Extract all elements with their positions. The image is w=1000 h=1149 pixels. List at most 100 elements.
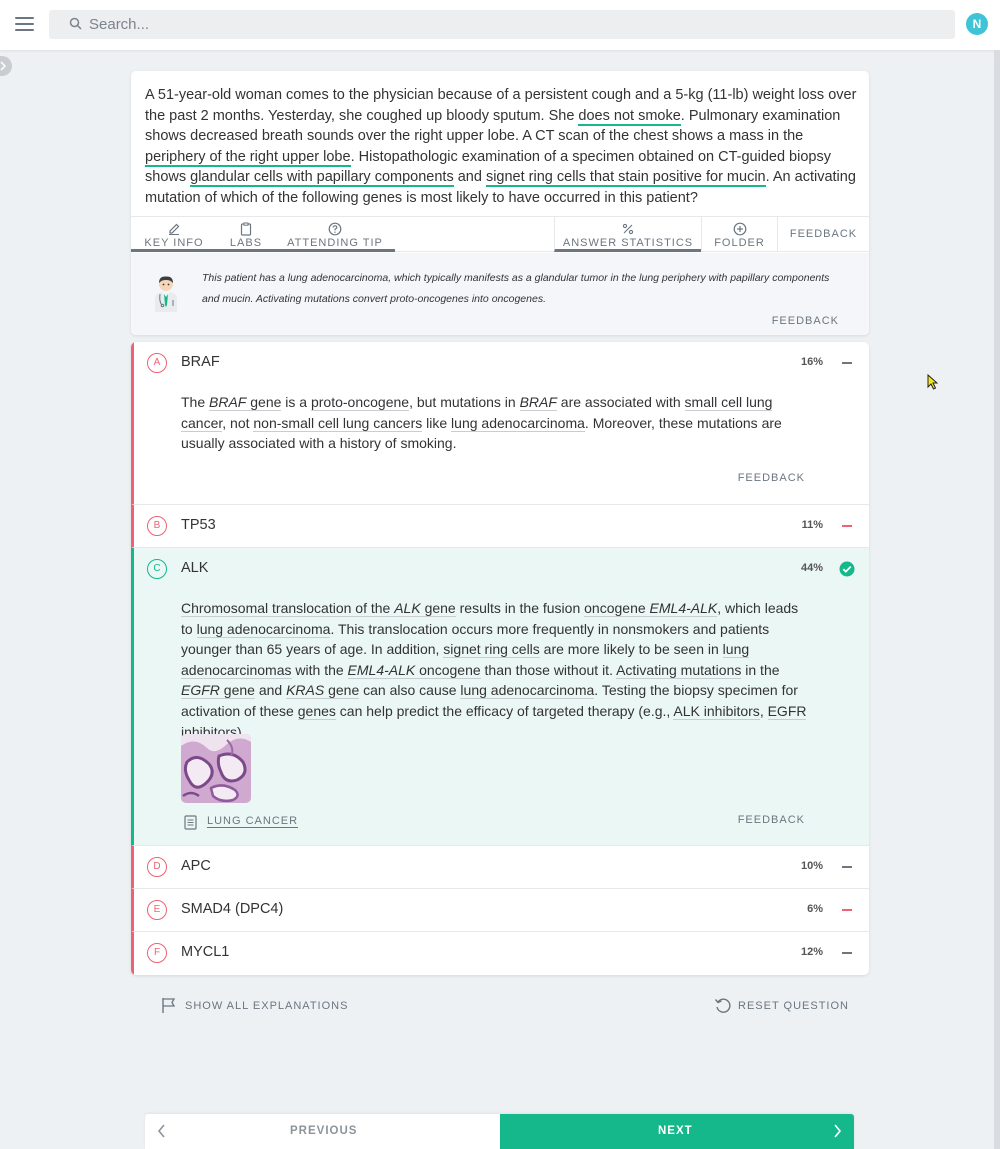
- help-circle-icon: [328, 222, 342, 236]
- explanation-text-segment: is a: [281, 394, 311, 410]
- article-label[interactable]: LUNG CANCER: [207, 815, 299, 828]
- explanation-text-segment: in the: [741, 661, 780, 678]
- search-input[interactable]: [89, 10, 929, 39]
- answer-option-f[interactable]: F MYCL1 12%: [131, 932, 869, 975]
- next-label: NEXT: [658, 1125, 693, 1137]
- answer-option-b[interactable]: B TP53 11%: [131, 505, 869, 548]
- mouse-pointer-icon: [927, 374, 938, 390]
- chevron-right-icon: [834, 1124, 842, 1138]
- answer-row[interactable]: B TP53 11%: [134, 505, 869, 547]
- linked-term[interactable]: non-small cell lung cancers: [253, 414, 423, 432]
- answer-row[interactable]: F MYCL1 12%: [134, 932, 869, 974]
- highlighted-phrase[interactable]: periphery of the right upper lobe: [145, 148, 351, 167]
- linked-term[interactable]: ALK: [394, 600, 421, 617]
- tab-attending-tip[interactable]: ATTENDING TIP: [275, 217, 395, 252]
- linked-term[interactable]: lung adenocarcinoma: [196, 620, 331, 638]
- question-navigation: PREVIOUS NEXT: [145, 1114, 854, 1149]
- answer-option-a[interactable]: A BRAF 16% The BRAF gene is a proto-onco…: [131, 342, 869, 505]
- previous-label: PREVIOUS: [290, 1125, 358, 1137]
- show-all-label: SHOW ALL EXPLANATIONS: [185, 1000, 349, 1012]
- explanation-text-segment: than those without it.: [480, 661, 617, 678]
- explanation-text-segment: ,: [759, 702, 768, 719]
- show-all-explanations-button[interactable]: SHOW ALL EXPLANATIONS: [161, 997, 351, 1015]
- reset-question-button[interactable]: RESET QUESTION: [714, 997, 854, 1015]
- linked-term[interactable]: EML4-ALK: [649, 600, 718, 617]
- linked-term[interactable]: oncogene: [584, 600, 650, 617]
- answer-text: APC: [181, 858, 211, 874]
- linked-term[interactable]: BRAF: [209, 394, 247, 411]
- expand-icon[interactable]: [842, 909, 852, 911]
- tab-key-info[interactable]: KEY INFO: [131, 217, 217, 252]
- attending-tip-text: This patient has a lung adenocarcinoma, …: [202, 272, 830, 305]
- next-button[interactable]: NEXT: [500, 1114, 854, 1149]
- answer-option-d[interactable]: D APC 10%: [131, 846, 869, 889]
- answer-option-e[interactable]: E SMAD4 (DPC4) 6%: [131, 889, 869, 932]
- linked-term[interactable]: oncogene: [415, 661, 481, 679]
- explanation-text-segment: results in the fusion: [455, 600, 585, 616]
- linked-term[interactable]: ALK inhibitors: [673, 702, 760, 720]
- linked-term[interactable]: gene: [246, 394, 282, 411]
- previous-button[interactable]: PREVIOUS: [145, 1114, 500, 1149]
- sidebar-toggle[interactable]: [0, 56, 12, 76]
- expand-icon[interactable]: [842, 952, 852, 954]
- answer-explanation: Chromosomal translocation of the ALK gen…: [181, 598, 809, 742]
- search-bar[interactable]: [49, 10, 955, 39]
- linked-term[interactable]: EGFR: [181, 682, 220, 700]
- histology-image-thumbnail[interactable]: [181, 734, 251, 803]
- answer-row[interactable]: D APC 10%: [134, 846, 869, 888]
- user-avatar[interactable]: N: [966, 13, 988, 35]
- doctor-avatar-icon: [155, 276, 177, 312]
- linked-term[interactable]: KRAS: [286, 682, 325, 700]
- linked-term[interactable]: lung adenocarcinoma: [451, 414, 585, 432]
- reset-icon: [714, 998, 731, 1013]
- tab-label: LABS: [229, 237, 263, 249]
- linked-term[interactable]: genes: [297, 702, 336, 720]
- tab-answer-statistics[interactable]: ANSWER STATISTICS: [554, 217, 701, 252]
- answer-list: A BRAF 16% The BRAF gene is a proto-onco…: [131, 342, 869, 975]
- highlighted-phrase[interactable]: does not smoke: [578, 107, 681, 126]
- explanation-feedback-button[interactable]: FEEDBACK: [738, 472, 805, 484]
- clipboard-icon: [240, 222, 252, 236]
- tab-label: KEY INFO: [144, 237, 204, 249]
- answer-text: MYCL1: [181, 944, 230, 960]
- chevron-right-icon: [0, 61, 6, 71]
- top-bar: N: [0, 0, 1000, 50]
- explanation-text-segment: can help predict the efficacy of targete…: [335, 702, 674, 719]
- answer-row[interactable]: A BRAF 16%: [134, 342, 869, 384]
- tab-labs[interactable]: LABS: [217, 217, 275, 252]
- scrollbar-track[interactable]: [994, 50, 1000, 1149]
- highlighted-phrase[interactable]: glandular cells with papillary component…: [190, 169, 454, 187]
- answer-row[interactable]: C ALK 44%: [134, 548, 869, 590]
- linked-term[interactable]: gene: [324, 682, 360, 700]
- expand-icon[interactable]: [842, 866, 852, 868]
- linked-term[interactable]: Activating mutations: [616, 661, 742, 679]
- tab-folder[interactable]: FOLDER: [701, 217, 777, 252]
- linked-term[interactable]: signet ring cells: [443, 641, 540, 659]
- answer-letter: B: [147, 516, 167, 536]
- tip-feedback-button[interactable]: FEEDBACK: [772, 315, 839, 327]
- linked-term[interactable]: BRAF: [519, 394, 557, 411]
- highlighted-phrase[interactable]: signet ring cells that stain positive fo…: [485, 169, 766, 187]
- linked-term[interactable]: Chromosomal translocation of the: [181, 600, 395, 617]
- question-card: A 51-year-old woman comes to the physici…: [131, 71, 869, 335]
- percent-icon: [622, 223, 634, 235]
- linked-term[interactable]: gene: [219, 682, 255, 700]
- collapse-icon[interactable]: [842, 362, 852, 364]
- answer-text: SMAD4 (DPC4): [181, 901, 284, 917]
- linked-term[interactable]: EML4-ALK: [347, 661, 416, 679]
- tab-label: FEEDBACK: [789, 228, 858, 240]
- answer-text: ALK: [181, 560, 209, 576]
- answer-row[interactable]: E SMAD4 (DPC4) 6%: [134, 889, 869, 931]
- linked-term[interactable]: gene: [420, 600, 456, 617]
- pencil-icon: [169, 223, 180, 235]
- explanation-feedback-button[interactable]: FEEDBACK: [738, 814, 805, 826]
- linked-term[interactable]: proto-oncogene: [310, 394, 410, 411]
- expand-icon[interactable]: [842, 525, 852, 527]
- explanation-text-segment: , not: [222, 414, 254, 431]
- answer-explanation: The BRAF gene is a proto-oncogene, but m…: [181, 392, 809, 454]
- hamburger-menu-icon[interactable]: [15, 17, 34, 31]
- linked-term[interactable]: lung adenocarcinoma: [460, 682, 595, 700]
- answer-percentage: 12%: [800, 946, 823, 958]
- tab-feedback[interactable]: FEEDBACK: [777, 217, 869, 252]
- answer-option-c[interactable]: C ALK 44% Chromosomal translocation of t…: [131, 548, 869, 846]
